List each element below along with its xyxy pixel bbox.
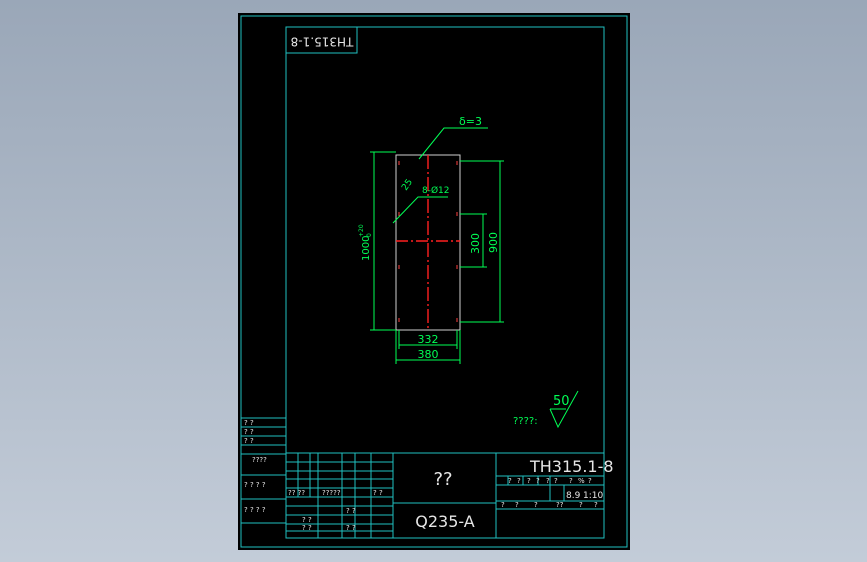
dim-1000-tol: +20 — [358, 224, 365, 237]
left-label-3: ? ? — [244, 437, 254, 445]
drawing-number: TH315.1-8 — [529, 457, 614, 476]
mid-label-6: ? ? — [302, 524, 312, 532]
mid-label-3: ? ? — [373, 489, 383, 497]
material: Q235-A — [415, 512, 475, 531]
rh-7: ? — [569, 477, 573, 485]
left-label-5: ? ? ? ? — [244, 481, 266, 489]
roughness-note: ????: — [513, 416, 538, 427]
mid-label-5: ? ? — [302, 516, 312, 524]
rh-9: ? — [588, 477, 592, 485]
dim-1000: 1000 — [361, 236, 372, 261]
dim-300: 300 — [469, 233, 482, 254]
r2-6: ? — [594, 501, 598, 509]
dim-900: 900 — [487, 232, 500, 253]
r2-2: ? — [515, 501, 519, 509]
corner-code: TH315.1-8 — [291, 35, 355, 49]
hole-label: 8-Ø12 — [422, 185, 450, 196]
left-label-2: ? ? — [244, 428, 254, 436]
rh-5: ? — [546, 477, 550, 485]
r2-1: ? — [501, 501, 505, 509]
mid-label-2: ????? — [322, 489, 341, 497]
mid-label-7: ? ? — [346, 524, 356, 532]
drawing-canvas: TH315.1-8 ? ? ? ? ? ? ???? ? ? ? ? ? ? ?… — [240, 15, 628, 548]
drawing-sheet: TH315.1-8 ? ? ? ? ? ? ???? ? ? ? ? ? ? ?… — [238, 13, 630, 550]
dim-1000-tol-low: 0 — [366, 233, 373, 237]
roughness-value: 50 — [553, 394, 570, 409]
r2-4: ?? — [556, 501, 564, 509]
rh-3: ? — [527, 477, 531, 485]
thickness-label: δ=3 — [459, 115, 482, 128]
rh-8: % — [578, 477, 585, 485]
weight: 8.9 — [566, 491, 581, 501]
mid-label-4: ? ? — [346, 507, 356, 515]
left-label-6: ? ? ? ? — [244, 506, 266, 514]
hole-pitch-label: 25 — [400, 178, 415, 193]
left-label-1: ? ? — [244, 419, 254, 427]
rh-6: ? — [554, 477, 558, 485]
dimension-lines — [370, 127, 579, 429]
rh-4: ? — [536, 477, 540, 485]
mid-label-1: ?? ?? — [288, 489, 305, 497]
left-label-4: ???? — [252, 456, 267, 464]
dim-380: 380 — [418, 348, 439, 361]
rh-1: ? — [508, 477, 512, 485]
scale: 1:10 — [583, 491, 603, 501]
r2-3: ? — [534, 501, 538, 509]
rh-2: ? — [517, 477, 521, 485]
part-name: ?? — [433, 469, 452, 490]
dim-332: 332 — [418, 333, 439, 346]
r2-5: ? — [579, 501, 583, 509]
